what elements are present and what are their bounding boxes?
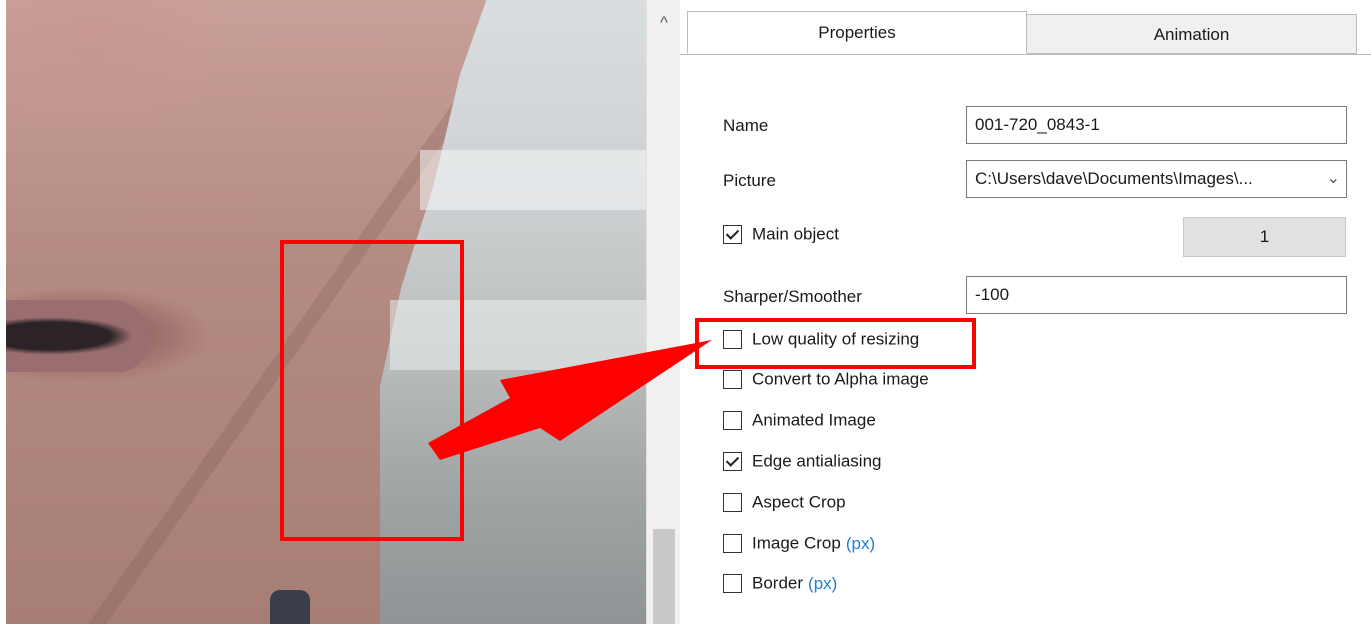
image-crop-px-link[interactable]: (px) [846, 534, 875, 553]
tab-bar: Properties Animation [680, 0, 1371, 55]
main-object-checkbox[interactable]: Main object [723, 224, 839, 252]
checkbox-icon [723, 534, 742, 554]
border-checkbox[interactable]: Border (px) [723, 573, 837, 601]
name-label: Name [723, 116, 769, 135]
mouth-detail [0, 300, 150, 372]
edge-antialiasing-label: Edge antialiasing [752, 451, 882, 471]
picture-select-value: C:\Users\dave\Documents\Images\... [975, 169, 1253, 188]
checkbox-checked-icon [723, 452, 742, 472]
edge-antialiasing-checkbox[interactable]: Edge antialiasing [723, 451, 881, 479]
checkbox-checked-icon [723, 225, 742, 245]
aspect-crop-checkbox[interactable]: Aspect Crop [723, 492, 846, 520]
chevron-down-icon: ⌄ [1326, 170, 1340, 187]
checkbox-icon [723, 574, 742, 594]
background-highlight [420, 150, 646, 210]
name-field[interactable]: 001-720_0843-1 [966, 106, 1347, 144]
border-px-link[interactable]: (px) [808, 574, 837, 593]
scroll-thumb[interactable] [653, 529, 675, 624]
checkbox-icon [723, 411, 742, 431]
name-field-value: 001-720_0843-1 [975, 115, 1100, 134]
convert-alpha-label: Convert to Alpha image [752, 369, 929, 389]
preview-edge [0, 0, 6, 624]
picture-select[interactable]: C:\Users\dave\Documents\Images\... ⌄ [966, 160, 1347, 198]
image-crop-label: Image Crop [752, 533, 841, 553]
tab-properties[interactable]: Properties [687, 11, 1027, 54]
annotation-box-preview [280, 240, 464, 541]
vertical-scrollbar[interactable]: ^ [646, 0, 680, 624]
collar-detail [270, 590, 310, 624]
animated-image-label: Animated Image [752, 410, 876, 430]
animated-image-checkbox[interactable]: Animated Image [723, 410, 876, 438]
image-preview [0, 0, 646, 624]
picture-label: Picture [723, 171, 776, 190]
border-label: Border [752, 573, 804, 593]
annotation-box-option [695, 318, 976, 369]
sharper-smoother-label: Sharper/Smoother [723, 287, 862, 306]
checkbox-icon [723, 370, 742, 390]
chevron-up-icon[interactable]: ^ [647, 8, 681, 38]
image-crop-checkbox[interactable]: Image Crop (px) [723, 533, 875, 561]
main-object-number-button[interactable]: 1 [1183, 217, 1346, 257]
tab-animation[interactable]: Animation [1027, 14, 1357, 54]
sharper-smoother-value: -100 [975, 285, 1010, 304]
main-object-label: Main object [752, 224, 839, 244]
checkbox-icon [723, 493, 742, 513]
aspect-crop-label: Aspect Crop [752, 492, 846, 512]
sharper-smoother-field[interactable]: -100 [966, 276, 1347, 314]
convert-alpha-checkbox[interactable]: Convert to Alpha image [723, 369, 929, 397]
